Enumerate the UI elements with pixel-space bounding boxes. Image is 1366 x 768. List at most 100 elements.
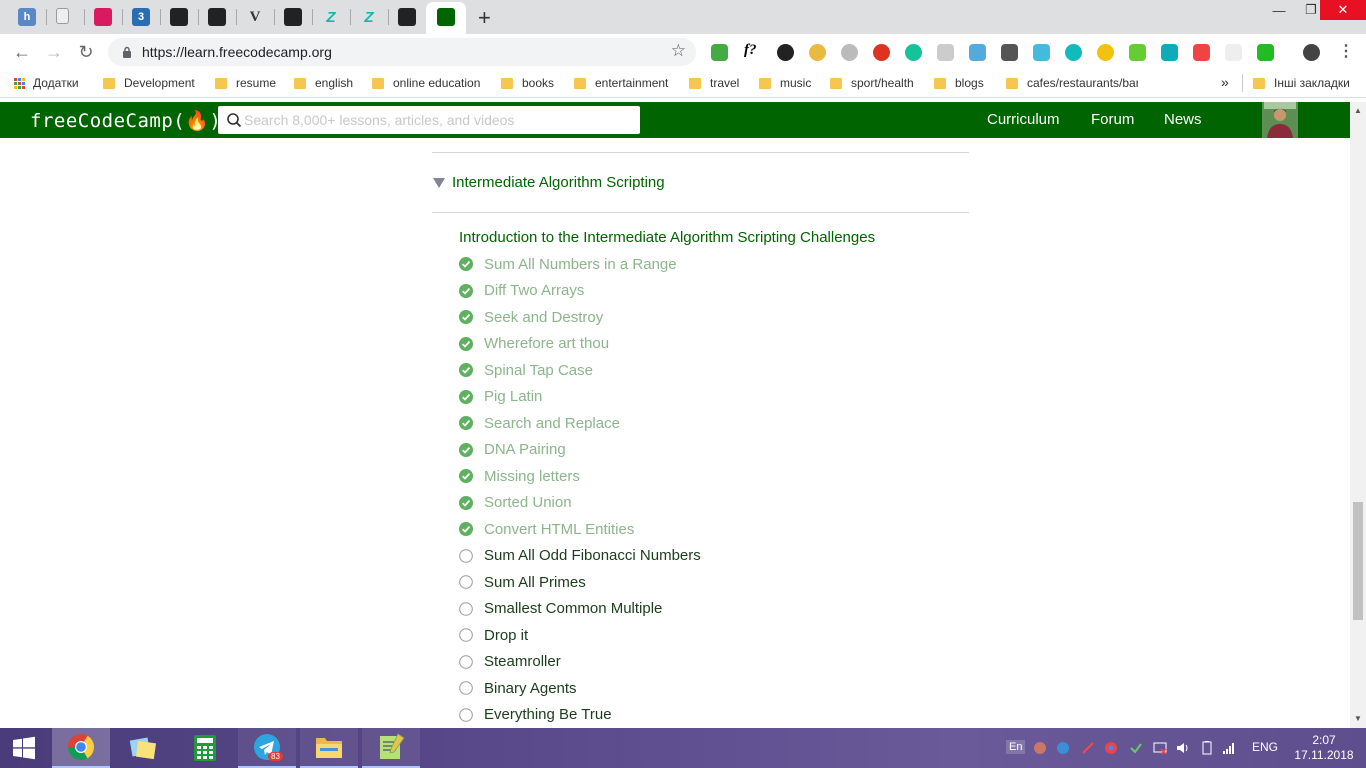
user-avatar[interactable] bbox=[1262, 102, 1298, 138]
bookmark-folder[interactable]: blogs bbox=[934, 76, 984, 90]
telegram-icon[interactable]: 83 bbox=[238, 728, 296, 768]
github-icon[interactable] bbox=[284, 8, 302, 26]
vimeo-icon[interactable] bbox=[1161, 44, 1178, 61]
challenge-item[interactable]: Everything Be True bbox=[459, 705, 612, 725]
challenge-item[interactable]: Sum All Primes bbox=[459, 572, 586, 592]
challenge-item[interactable]: Spinal Tap Case bbox=[459, 360, 593, 380]
grammarly-icon[interactable] bbox=[905, 44, 922, 61]
css3-icon[interactable]: 3 bbox=[132, 8, 150, 26]
bookmark-folder[interactable]: books bbox=[501, 76, 554, 90]
tray-tool-icon[interactable] bbox=[1081, 741, 1095, 755]
battery-icon[interactable] bbox=[1200, 741, 1214, 755]
volume-icon[interactable] bbox=[1176, 741, 1190, 755]
nav-link-forum[interactable]: Forum bbox=[1091, 111, 1134, 128]
pocket-icon[interactable] bbox=[1001, 44, 1018, 61]
input-indicator[interactable]: En bbox=[1006, 740, 1026, 754]
tree-icon[interactable] bbox=[170, 8, 188, 26]
scroll-down-arrow-icon[interactable]: ▼ bbox=[1354, 714, 1362, 723]
signal-icon[interactable] bbox=[1222, 741, 1236, 755]
other-bookmarks[interactable]: Інші закладки bbox=[1253, 76, 1350, 90]
file-explorer-icon[interactable] bbox=[300, 728, 358, 768]
close-window-button[interactable]: ✕ bbox=[1320, 0, 1366, 20]
challenge-item[interactable]: Wherefore art thou bbox=[459, 334, 609, 354]
pen-icon[interactable] bbox=[969, 44, 986, 61]
sticky-notes-icon[interactable] bbox=[114, 728, 172, 768]
nav-link-curriculum[interactable]: Curriculum bbox=[987, 111, 1060, 128]
calculator-icon[interactable] bbox=[176, 728, 234, 768]
adblock-icon[interactable] bbox=[873, 44, 890, 61]
scrollbar-thumb[interactable] bbox=[1353, 502, 1363, 620]
feedly-icon[interactable] bbox=[1129, 44, 1146, 61]
challenge-item[interactable]: DNA Pairing bbox=[459, 440, 566, 460]
challenge-item[interactable]: Smallest Common Multiple bbox=[459, 599, 662, 619]
system-clock[interactable]: 2:07 17.11.2018 bbox=[1294, 733, 1354, 763]
z-logo-icon[interactable]: Z bbox=[360, 8, 378, 26]
challenge-item[interactable]: Search and Replace bbox=[459, 413, 620, 433]
language-indicator[interactable]: ENG bbox=[1252, 740, 1278, 754]
forward-icon[interactable]: → bbox=[43, 41, 65, 63]
profile-avatar-icon[interactable] bbox=[1303, 44, 1320, 61]
challenge-item[interactable]: Missing letters bbox=[459, 466, 580, 486]
colorpicker-icon[interactable] bbox=[777, 44, 794, 61]
z-logo-icon[interactable]: Z bbox=[322, 8, 340, 26]
reload-icon[interactable]: ↻ bbox=[75, 41, 97, 63]
section-header[interactable]: Intermediate Algorithm Scripting bbox=[433, 174, 665, 191]
back-icon[interactable]: ← bbox=[11, 41, 33, 63]
chrome-menu-icon[interactable]: ⋮ bbox=[1338, 41, 1355, 60]
v-letter-icon[interactable]: V bbox=[246, 8, 264, 26]
bars-icon[interactable] bbox=[398, 8, 416, 26]
pdf-icon[interactable] bbox=[937, 44, 954, 61]
tray-app-icon[interactable] bbox=[1033, 741, 1047, 755]
bookmark-folder[interactable]: resume bbox=[215, 76, 276, 90]
pacman-ghost-icon[interactable] bbox=[94, 8, 112, 26]
blank-page-icon[interactable] bbox=[56, 8, 69, 24]
bookmark-folder[interactable]: online education bbox=[372, 76, 480, 90]
new-tab-button[interactable]: + bbox=[478, 5, 491, 31]
challenge-item[interactable]: Binary Agents bbox=[459, 678, 577, 698]
tray-chrome-icon[interactable] bbox=[1104, 741, 1118, 755]
moon-icon[interactable] bbox=[1097, 44, 1114, 61]
scroll-up-arrow-icon[interactable]: ▲ bbox=[1354, 106, 1362, 115]
intro-link[interactable]: Introduction to the Intermediate Algorit… bbox=[459, 229, 875, 246]
challenge-item[interactable]: Seek and Destroy bbox=[459, 307, 603, 327]
m-extension-icon[interactable] bbox=[1065, 44, 1082, 61]
menu-extension-icon[interactable] bbox=[1193, 44, 1210, 61]
challenge-item[interactable]: Sum All Numbers in a Range bbox=[459, 254, 677, 274]
challenge-item[interactable]: Convert HTML Entities bbox=[459, 519, 634, 539]
bookmark-folder[interactable]: sport/health bbox=[830, 76, 914, 90]
formula-icon[interactable]: f? bbox=[744, 42, 761, 59]
challenge-item[interactable]: Pig Latin bbox=[459, 387, 542, 407]
tab-extension-icon[interactable] bbox=[1225, 44, 1242, 61]
bookmark-folder[interactable]: cafes/restaurants/bar bbox=[1006, 76, 1138, 90]
freecodecamp-icon[interactable] bbox=[437, 8, 455, 26]
fcc-logo[interactable]: freeCodeCamp(🔥) bbox=[30, 109, 221, 132]
cookie-icon[interactable] bbox=[809, 44, 826, 61]
new-extension-icon[interactable] bbox=[711, 44, 728, 61]
h-letter-icon[interactable]: h bbox=[18, 8, 36, 26]
search-input[interactable] bbox=[244, 109, 624, 131]
tray-check-icon[interactable] bbox=[1129, 741, 1143, 755]
fcc-search-box[interactable] bbox=[218, 106, 640, 134]
fps-icon[interactable] bbox=[1033, 44, 1050, 61]
play-icon[interactable] bbox=[1257, 44, 1274, 61]
globe-icon[interactable] bbox=[841, 44, 858, 61]
bookmark-folder[interactable]: english bbox=[294, 76, 353, 90]
challenge-item[interactable]: Sum All Odd Fibonacci Numbers bbox=[459, 546, 701, 566]
challenge-item[interactable]: Diff Two Arrays bbox=[459, 281, 584, 301]
bookmark-folder[interactable]: Development bbox=[103, 76, 195, 90]
bookmark-star-icon[interactable]: ☆ bbox=[671, 41, 686, 61]
tray-sync-icon[interactable] bbox=[1056, 741, 1070, 755]
bookmarks-overflow-chevron[interactable]: » bbox=[1221, 74, 1229, 90]
bookmark-folder[interactable]: entertainment bbox=[574, 76, 668, 90]
page-scrollbar[interactable]: ▲ ▼ bbox=[1350, 102, 1366, 728]
github-icon[interactable] bbox=[208, 8, 226, 26]
windows-start-icon[interactable] bbox=[0, 728, 48, 768]
network-icon[interactable] bbox=[1153, 741, 1167, 755]
apps-shortcut[interactable]: Додатки bbox=[14, 76, 79, 90]
nav-link-news[interactable]: News bbox=[1164, 111, 1202, 128]
notepad-plus-plus-icon[interactable] bbox=[362, 728, 420, 768]
bookmark-folder[interactable]: music bbox=[759, 76, 811, 90]
challenge-item[interactable]: Sorted Union bbox=[459, 493, 572, 513]
address-bar[interactable]: https://learn.freecodecamp.org ☆ bbox=[108, 38, 696, 66]
challenge-item[interactable]: Steamroller bbox=[459, 652, 561, 672]
